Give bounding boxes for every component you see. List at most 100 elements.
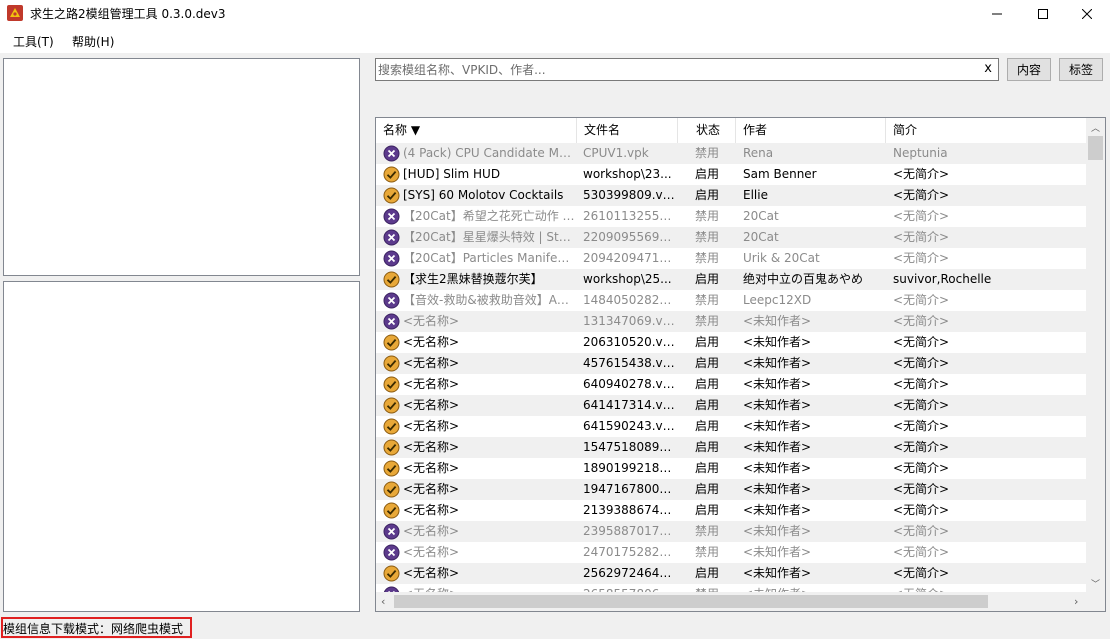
column-header-author[interactable]: 作者 <box>736 118 886 143</box>
menu-help[interactable]: 帮助(H) <box>72 33 114 50</box>
table-row[interactable]: <无名称> 1890199218.v... 启用 <未知作者> <无简介> <box>376 458 1086 479</box>
table-row[interactable]: 【20Cat】Particles Manifest ... 2094209471.… <box>376 248 1086 269</box>
mod-status: 启用 <box>695 398 720 412</box>
enabled-check-icon[interactable] <box>383 439 400 456</box>
column-header-file[interactable]: 文件名 <box>577 118 678 143</box>
title-bar[interactable]: 求生之路2模组管理工具 0.3.0.dev3 <box>0 0 1110 28</box>
tags-filter-button[interactable]: 标签 <box>1059 58 1103 81</box>
scroll-right-icon[interactable]: › <box>1074 595 1078 608</box>
disabled-x-icon[interactable] <box>383 523 400 540</box>
enabled-check-icon[interactable] <box>383 502 400 519</box>
table-row[interactable]: 【20Cat】希望之花死亡动作 | ... 2610113255.v... 禁用 20… <box>376 206 1086 227</box>
mod-file: 2395887017.v... <box>583 524 675 538</box>
enabled-check-icon[interactable] <box>383 460 400 477</box>
mod-author: <未知作者> <box>743 335 812 349</box>
mod-desc: <无简介> <box>893 566 950 580</box>
mod-author: <未知作者> <box>743 356 812 370</box>
enabled-check-icon[interactable] <box>383 166 400 183</box>
mod-file: 206310520.vpk <box>583 335 675 349</box>
mod-status: 启用 <box>695 503 720 517</box>
mod-name: 【20Cat】星星爆头特效 | Star... <box>403 230 575 244</box>
enabled-check-icon[interactable] <box>383 271 400 288</box>
table-row[interactable]: <无名称> 2470175282.v... 禁用 <未知作者> <无简介> <box>376 542 1086 563</box>
mod-name: <无名称> <box>403 398 460 412</box>
horizontal-scrollbar[interactable]: ‹ › <box>376 592 1086 611</box>
table-row[interactable]: <无名称> 2139388674.v... 启用 <未知作者> <无简介> <box>376 500 1086 521</box>
scroll-corner <box>1086 592 1105 611</box>
table-row[interactable]: <无名称> 206310520.vpk 启用 <未知作者> <无简介> <box>376 332 1086 353</box>
disabled-x-icon[interactable] <box>383 544 400 561</box>
minimize-button[interactable] <box>974 0 1020 28</box>
table-row[interactable]: <无名称> 131347069.vpk 禁用 <未知作者> <无简介> <box>376 311 1086 332</box>
search-input[interactable] <box>378 61 968 78</box>
table-row[interactable]: 【求生2黑妹替换蔻尔芙】 workshop\25... 启用 绝对中立の百鬼あやめ su… <box>376 269 1086 290</box>
enabled-check-icon[interactable] <box>383 334 400 351</box>
mod-name: <无名称> <box>403 482 460 496</box>
enabled-check-icon[interactable] <box>383 397 400 414</box>
enabled-check-icon[interactable] <box>383 355 400 372</box>
search-clear-button[interactable]: x <box>984 61 992 76</box>
column-header-status[interactable]: 状态 <box>678 118 736 143</box>
table-row[interactable]: <无名称> 641417314.vpk 启用 <未知作者> <无简介> <box>376 395 1086 416</box>
mod-author: Ellie <box>743 188 768 202</box>
column-header-name[interactable]: 名称 ▼ <box>376 118 577 143</box>
table-row[interactable]: <无名称> 457615438.vpk 启用 <未知作者> <无简介> <box>376 353 1086 374</box>
table-row[interactable]: [HUD] Slim HUD workshop\23... 启用 Sam Benner… <box>376 164 1086 185</box>
maximize-button[interactable] <box>1020 0 1066 28</box>
mod-file: 641417314.vpk <box>583 398 675 412</box>
disabled-x-icon[interactable] <box>383 292 400 309</box>
mod-author: <未知作者> <box>743 377 812 391</box>
table-row[interactable]: (4 Pack) CPU Candidate Maid CPUV1.vpk 禁用 Re… <box>376 143 1086 164</box>
table-row[interactable]: 【音效-救助&被救助音效】An... 1484050282.v... 禁用 Leepc… <box>376 290 1086 311</box>
enabled-check-icon[interactable] <box>383 481 400 498</box>
mod-author: <未知作者> <box>743 461 812 475</box>
table-row[interactable]: <无名称> 1547518089.v... 启用 <未知作者> <无简介> <box>376 437 1086 458</box>
mod-desc: <无简介> <box>893 314 950 328</box>
vertical-scroll-thumb[interactable] <box>1088 136 1103 160</box>
mod-preview-panel <box>3 58 360 276</box>
vertical-scrollbar[interactable]: ︿ ﹀ <box>1086 118 1105 592</box>
enabled-check-icon[interactable] <box>383 565 400 582</box>
list-rows: (4 Pack) CPU Candidate Maid CPUV1.vpk 禁用 Re… <box>376 143 1086 593</box>
mod-name: 【20Cat】Particles Manifest ... <box>403 251 575 265</box>
scroll-up-icon[interactable]: ︿ <box>1091 121 1100 134</box>
disabled-x-icon[interactable] <box>383 250 400 267</box>
menu-tools[interactable]: 工具(T) <box>13 33 54 50</box>
table-row[interactable]: <无名称> 641590243.vpk 启用 <未知作者> <无简介> <box>376 416 1086 437</box>
mod-file: 1947167800.v... <box>583 482 675 496</box>
scroll-left-icon[interactable]: ‹ <box>381 595 385 608</box>
enabled-check-icon[interactable] <box>383 418 400 435</box>
horizontal-scroll-thumb[interactable] <box>394 595 988 608</box>
mod-desc: <无简介> <box>893 188 950 202</box>
disabled-x-icon[interactable] <box>383 313 400 330</box>
disabled-x-icon[interactable] <box>383 229 400 246</box>
mod-author: <未知作者> <box>743 440 812 454</box>
table-row[interactable]: <无名称> 640940278.vpk 启用 <未知作者> <无简介> <box>376 374 1086 395</box>
close-button[interactable] <box>1064 0 1110 28</box>
mod-status: 启用 <box>695 419 720 433</box>
table-row[interactable]: <无名称> 2562972464.v... 启用 <未知作者> <无简介> <box>376 563 1086 584</box>
mod-author: Rena <box>743 146 774 160</box>
mod-desc: <无简介> <box>893 230 950 244</box>
content-filter-button[interactable]: 内容 <box>1007 58 1051 81</box>
mod-desc: <无简介> <box>893 251 950 265</box>
table-row[interactable]: <无名称> 2395887017.v... 禁用 <未知作者> <无简介> <box>376 521 1086 542</box>
table-row[interactable]: <无名称> 1947167800.v... 启用 <未知作者> <无简介> <box>376 479 1086 500</box>
mod-author: <未知作者> <box>743 524 812 538</box>
disabled-x-icon[interactable] <box>383 145 400 162</box>
enabled-check-icon[interactable] <box>383 376 400 393</box>
column-header-desc[interactable]: 简介 <box>886 118 1086 143</box>
mod-status: 启用 <box>695 356 720 370</box>
mod-file: 2094209471.v... <box>583 251 675 265</box>
disabled-x-icon[interactable] <box>383 208 400 225</box>
mod-author: <未知作者> <box>743 314 812 328</box>
mod-file: 530399809.vpk <box>583 188 675 202</box>
enabled-check-icon[interactable] <box>383 187 400 204</box>
mod-desc: suvivor,Rochelle <box>893 272 992 286</box>
list-header: 名称 ▼ 文件名 状态 作者 简介 <box>376 118 1086 143</box>
table-row[interactable]: [SYS] 60 Molotov Cocktails 530399809.vpk 启… <box>376 185 1086 206</box>
mod-name: <无名称> <box>403 461 460 475</box>
table-row[interactable]: 【20Cat】星星爆头特效 | Star... 2209095569.v... 禁用… <box>376 227 1086 248</box>
window-title: 求生之路2模组管理工具 0.3.0.dev3 <box>30 7 226 21</box>
scroll-down-icon[interactable]: ﹀ <box>1091 577 1100 590</box>
